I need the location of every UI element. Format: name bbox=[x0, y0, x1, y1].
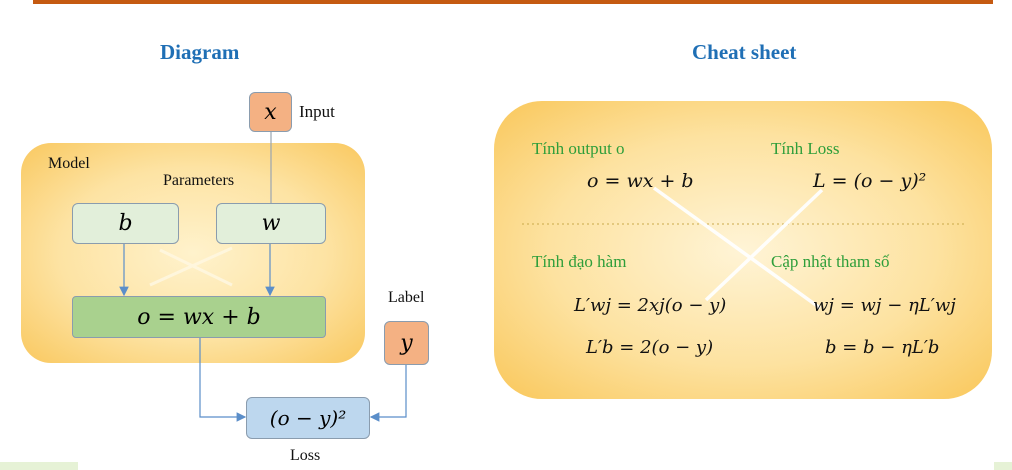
derivative-b-formula: L′b = 2(o − y) bbox=[586, 337, 714, 358]
loss-heading: Tính Loss bbox=[771, 139, 840, 158]
update-b-formula: b = b − ηL′b bbox=[825, 337, 940, 358]
output-heading: Tính output o bbox=[532, 139, 625, 158]
cheat-sheet-dividers bbox=[522, 186, 965, 310]
update-w-formula: wj = wj − ηL′wj bbox=[813, 295, 956, 316]
cheat-sheet-cross bbox=[652, 186, 824, 310]
update-heading: Cập nhật tham số bbox=[771, 252, 890, 271]
cheat-output-formula: o = wx + b bbox=[587, 170, 694, 192]
derivative-heading: Tính đạo hàm bbox=[532, 252, 627, 271]
cheat-loss-formula: L = (o − y)² bbox=[813, 170, 927, 192]
derivative-w-formula: L′wj = 2xj(o − y) bbox=[574, 295, 727, 316]
